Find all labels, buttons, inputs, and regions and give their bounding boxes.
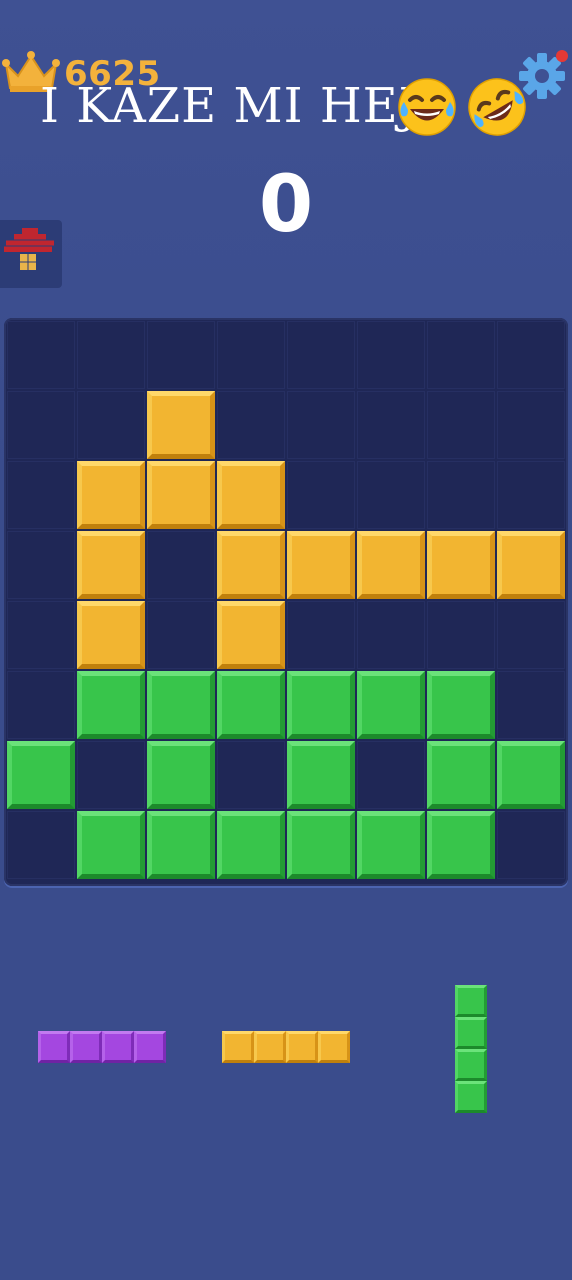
empty-cell	[147, 321, 215, 389]
green-block	[287, 811, 355, 879]
gold-block	[77, 461, 145, 529]
green-block	[427, 811, 495, 879]
green-block	[357, 671, 425, 739]
empty-cell	[217, 741, 285, 809]
empty-cell	[7, 531, 75, 599]
gold-block	[357, 531, 425, 599]
gold-block	[217, 601, 285, 669]
empty-cell	[7, 391, 75, 459]
green-piece-block	[455, 985, 487, 1017]
empty-cell	[497, 391, 565, 459]
empty-cell	[77, 391, 145, 459]
gold-block	[77, 531, 145, 599]
overlay-caption: I KAZE MI HEJ	[40, 78, 419, 134]
purple-piece-block	[38, 1031, 70, 1063]
green-block	[427, 671, 495, 739]
empty-cell	[7, 601, 75, 669]
green-piece-block	[455, 1049, 487, 1081]
empty-cell	[287, 461, 355, 529]
empty-cell	[497, 321, 565, 389]
empty-cell	[357, 601, 425, 669]
purple-piece-block	[102, 1031, 134, 1063]
green-block	[287, 741, 355, 809]
gold-piece-block	[318, 1031, 350, 1063]
gold-block	[427, 531, 495, 599]
empty-cell	[497, 601, 565, 669]
gold-piece-block	[222, 1031, 254, 1063]
green-block	[217, 671, 285, 739]
mushroom-pixel-icon	[4, 228, 54, 270]
green-piece-block	[455, 1017, 487, 1049]
gold-block	[77, 601, 145, 669]
empty-cell	[427, 461, 495, 529]
empty-cell	[357, 461, 425, 529]
gold-block	[287, 531, 355, 599]
green-block	[147, 671, 215, 739]
notification-dot	[556, 50, 568, 62]
green-block	[287, 671, 355, 739]
green-block	[147, 741, 215, 809]
gold-block	[147, 461, 215, 529]
empty-cell	[357, 741, 425, 809]
gold-block	[217, 461, 285, 529]
green-block	[217, 811, 285, 879]
gold-block	[147, 391, 215, 459]
empty-cell	[497, 461, 565, 529]
empty-cell	[7, 461, 75, 529]
green-block	[7, 741, 75, 809]
empty-cell	[147, 531, 215, 599]
empty-cell	[217, 321, 285, 389]
current-score: 0	[258, 160, 314, 250]
empty-cell	[427, 321, 495, 389]
empty-cell	[357, 321, 425, 389]
green-block	[427, 741, 495, 809]
empty-cell	[7, 811, 75, 879]
purple-piece-block	[70, 1031, 102, 1063]
empty-cell	[147, 601, 215, 669]
empty-cell	[427, 601, 495, 669]
rolling-on-floor-laughing-emoji	[468, 78, 526, 136]
green-block	[77, 671, 145, 739]
green-block	[147, 811, 215, 879]
gold-block	[497, 531, 565, 599]
empty-cell	[427, 391, 495, 459]
green-block	[497, 741, 565, 809]
purple-piece-block	[134, 1031, 166, 1063]
empty-cell	[7, 321, 75, 389]
empty-cell	[497, 671, 565, 739]
empty-cell	[77, 321, 145, 389]
green-block	[77, 811, 145, 879]
gold-block	[217, 531, 285, 599]
empty-cell	[287, 321, 355, 389]
empty-cell	[287, 391, 355, 459]
empty-cell	[7, 671, 75, 739]
empty-cell	[497, 811, 565, 879]
green-piece-block	[455, 1081, 487, 1113]
empty-cell	[77, 741, 145, 809]
empty-cell	[287, 601, 355, 669]
gold-piece-block	[254, 1031, 286, 1063]
theme-button[interactable]	[0, 220, 62, 288]
empty-cell	[217, 391, 285, 459]
tears-of-joy-emoji	[398, 78, 456, 136]
gold-piece-block	[286, 1031, 318, 1063]
green-block	[357, 811, 425, 879]
empty-cell	[357, 391, 425, 459]
game-board[interactable]	[4, 318, 568, 886]
game-screen: 6625 I KAZE MI HEJ 0	[0, 0, 572, 1280]
